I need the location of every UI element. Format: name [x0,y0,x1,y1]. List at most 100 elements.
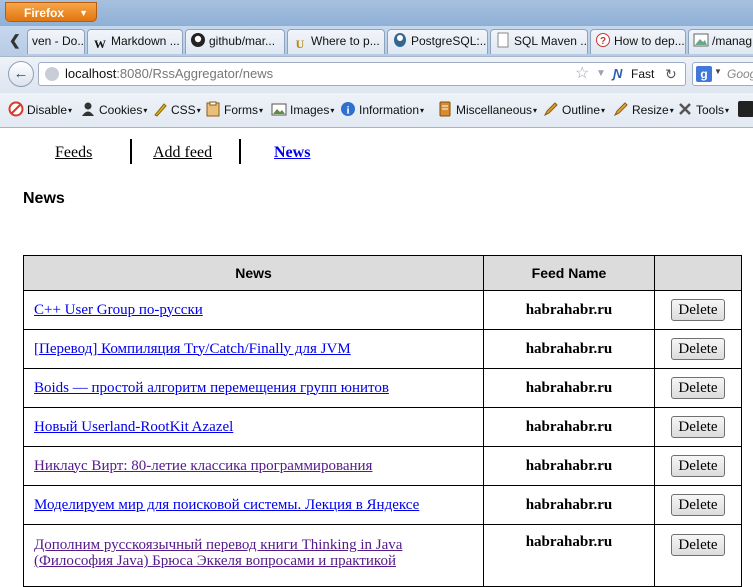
tab-maven[interactable]: ven - Do... [27,29,85,54]
delete-button[interactable]: Delete [671,416,725,438]
disable-icon [8,101,24,117]
firefox-menu-button[interactable]: Firefox ▼ [5,2,97,22]
toolbar-outline[interactable]: Outline▾ [543,101,605,119]
firefox-menu-label: Firefox [24,6,65,20]
information-icon: i [340,101,356,117]
table-row: C++ User Group по-русски habrahabr.ru De… [23,290,742,330]
tab-how-to-deploy[interactable]: ? How to dep... [590,29,686,54]
url-bar[interactable]: localhost:8080/RssAggregator/news ☆ ▼ Ɲ … [38,62,686,86]
news-title-cell: Boids — простой алгоритм перемещения гру… [23,368,484,408]
github-icon [190,32,206,48]
tab-label: ven - Do... [32,34,85,48]
fast-dial-icon[interactable]: Ɲ [613,63,622,85]
action-cell: Delete [654,446,742,486]
image-icon [693,32,709,48]
url-host: localhost [65,66,117,81]
tab-label: PostgreSQL:... [411,34,488,48]
feed-name-cell: habrahabr.ru [483,485,655,525]
news-title-cell: [Перевод] Компиляция Try/Catch/Finally д… [23,329,484,369]
navigation-bar: ← localhost:8080/RssAggregator/news ☆ ▼ … [0,56,753,93]
delete-button[interactable]: Delete [671,377,725,399]
delete-button[interactable]: Delete [671,338,725,360]
feed-name-cell: habrahabr.ru [483,446,655,486]
tab-postgresql[interactable]: PostgreSQL:... [387,29,488,54]
toolbar-label: Images [290,103,330,117]
search-placeholder: Goog [727,67,753,81]
delete-button[interactable]: Delete [671,494,725,516]
toolbar-label: Disable [27,103,68,117]
news-title-cell: C++ User Group по-русски [23,290,484,330]
nav-link-feeds[interactable]: Feeds [55,144,92,162]
news-link[interactable]: Никлаус Вирт: 80-летие классика программ… [34,458,372,474]
reload-icon[interactable]: ↻ [665,63,677,85]
toolbar-console[interactable] [738,101,753,119]
globe-icon [45,67,59,81]
bookmark-star-icon[interactable]: ☆ [575,63,589,85]
toolbar-label: Cookies [99,103,143,117]
feed-name-cell: habrahabr.ru [483,407,655,447]
svg-text:i: i [346,105,349,117]
news-table: News Feed Name C++ User Group по-русски … [23,255,742,587]
fast-dial-label[interactable]: Fast [631,63,654,85]
feed-name-cell: habrahabr.ru [483,368,655,408]
resize-icon [613,101,629,117]
toolbar-resize[interactable]: Resize▾ [613,101,674,119]
tab-github[interactable]: github/mar... [185,29,285,54]
nav-separator [239,139,241,164]
tab-manage[interactable]: /manag [688,29,753,54]
column-header-feed-name: Feed Name [483,255,655,291]
delete-button[interactable]: Delete [671,299,725,321]
news-link[interactable]: Дополним русскоязычный перевод книги Thi… [34,537,402,569]
css-icon [152,101,168,117]
tab-markdown[interactable]: W Markdown ... [87,29,183,54]
news-link[interactable]: C++ User Group по-русски [34,302,203,318]
back-arrow-icon[interactable]: ← [8,61,34,87]
tab-where-to[interactable]: U Where to p... [287,29,385,54]
toolbar-miscellaneous[interactable]: Miscellaneous▾ [437,101,537,119]
action-cell: Delete [654,368,742,408]
news-link[interactable]: Моделируем мир для поисковой системы. Ле… [34,497,419,513]
table-row: [Перевод] Компиляция Try/Catch/Finally д… [23,329,742,369]
tab-label: github/mar... [209,34,276,48]
toolbar-tools[interactable]: Tools▾ [677,101,729,119]
toolbar-information[interactable]: i Information▾ [340,101,424,119]
toolbar-label: Forms [224,103,258,117]
table-row: Никлаус Вирт: 80-летие классика программ… [23,446,742,486]
web-developer-toolbar: Disable▾ Cookies▾ CSS▾ Forms▾ Images▾ iI… [0,93,753,128]
toolbar-cookies[interactable]: Cookies▾ [80,101,147,119]
page-content: Feeds Add feed News News News Feed Name … [0,128,753,587]
tab-scroll-left-icon[interactable]: ❮ [9,31,23,49]
nav-link-add-feed[interactable]: Add feed [153,144,212,162]
tab-sql-maven[interactable]: SQL Maven ... [490,29,588,54]
toolbar-label: Resize [632,103,669,117]
toolbar-css[interactable]: CSS▾ [152,101,201,119]
search-bar[interactable]: g ▼ Goog [692,62,753,86]
postgres-icon [392,32,408,48]
tab-label: Markdown ... [111,34,180,48]
toolbar-forms[interactable]: Forms▾ [205,101,263,119]
news-link[interactable]: Новый Userland-RootKit Azazel [34,419,233,435]
search-engine-dropdown-icon[interactable]: ▼ [714,67,722,76]
console-icon [738,101,753,117]
google-icon[interactable]: g [696,66,712,82]
nav-link-news[interactable]: News [274,144,310,162]
news-link[interactable]: Boids — простой алгоритм перемещения гру… [34,380,389,396]
delete-button[interactable]: Delete [671,534,725,556]
toolbar-label: Information [359,103,420,117]
toolbar-images[interactable]: Images▾ [271,101,334,119]
tab-strip: ❮ ven - Do... W Markdown ... github/mar..… [0,26,753,56]
delete-button[interactable]: Delete [671,455,725,477]
tab-label: /manag [712,34,753,48]
action-cell: Delete [654,524,742,587]
forms-icon [205,101,221,117]
news-title-cell: Новый Userland-RootKit Azazel [23,407,484,447]
toolbar-label: Miscellaneous [456,103,533,117]
history-dropdown-icon[interactable]: ▼ [596,63,606,85]
title-bar: Firefox ▼ [0,0,753,26]
table-row: Boids — простой алгоритм перемещения гру… [23,368,742,408]
url-text: localhost:8080/RssAggregator/news [65,63,273,85]
feed-name-cell: habrahabr.ru [483,290,655,330]
news-link[interactable]: [Перевод] Компиляция Try/Catch/Finally д… [34,341,351,357]
nav-separator [130,139,132,164]
toolbar-disable[interactable]: Disable▾ [8,101,72,119]
